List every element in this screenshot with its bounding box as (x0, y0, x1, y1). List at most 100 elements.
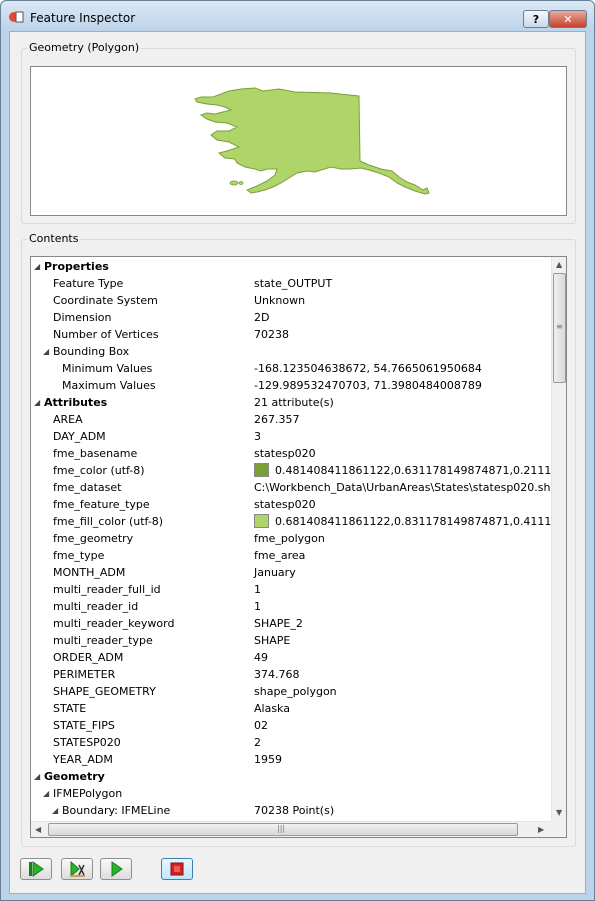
row-name: multi_reader_full_id (53, 583, 161, 596)
tree-row[interactable]: STATE Alaska (31, 700, 551, 717)
tree-node-bounding-box[interactable]: ◢ Bounding Box (31, 343, 551, 360)
alaska-polygon (194, 87, 430, 195)
tree-row[interactable]: PERIMETER 374.768 (31, 666, 551, 683)
row-name: YEAR_ADM (53, 753, 113, 766)
vertical-scroll-thumb[interactable]: ≡ (553, 273, 566, 383)
collapse-icon[interactable]: ◢ (52, 802, 58, 819)
scroll-right-icon[interactable]: ▶ (538, 825, 544, 834)
scroll-up-icon[interactable]: ▲ (556, 260, 562, 269)
island-shape (229, 180, 239, 186)
grip-icon: ≡ (556, 322, 563, 331)
tree-row[interactable]: YEAR_ADM 1959 (31, 751, 551, 768)
row-value: -129.989532470703, 71.3980484008789 (254, 379, 482, 392)
color-swatch (254, 514, 269, 528)
contents-tree[interactable]: ◢ Properties Feature Type state_OUTPUT C… (30, 256, 567, 838)
row-value: 2D (254, 311, 270, 324)
inspect-filter-button[interactable] (61, 858, 93, 880)
tree-row[interactable]: STATE_FIPS 02 (31, 717, 551, 734)
color-value-text: 0.681408411861122,0.831178149874871,0.41… (275, 515, 567, 528)
stop-button[interactable] (161, 858, 193, 880)
tree-node-geometry[interactable]: ◢ Geometry (31, 768, 551, 785)
row-value: 70238 Point(s) (254, 804, 335, 817)
row-name: AREA (53, 413, 83, 426)
node-label: Properties (44, 260, 109, 273)
row-name: Dimension (53, 311, 112, 324)
tree-row[interactable]: fme_geometry fme_polygon (31, 530, 551, 547)
attribute-count: 21 attribute(s) (254, 396, 334, 409)
contents-group-label: Contents (27, 232, 81, 245)
color-swatch (254, 463, 269, 477)
row-value: 1 (254, 583, 261, 596)
row-value: statesp020 (254, 447, 316, 460)
row-name: MONTH_ADM (53, 566, 126, 579)
title-bar[interactable]: Feature Inspector ? ✕ (1, 1, 594, 31)
step-next-button[interactable] (20, 858, 52, 880)
row-value: fme_area (254, 549, 306, 562)
row-name: DAY_ADM (53, 430, 106, 443)
row-name: fme_feature_type (53, 498, 150, 511)
row-value: SHAPE (254, 634, 291, 647)
row-value: Unknown (254, 294, 306, 307)
collapse-icon[interactable]: ◢ (43, 343, 49, 360)
row-value: statesp020 (254, 498, 316, 511)
tree-node-attributes[interactable]: ◢ Attributes 21 attribute(s) (31, 394, 551, 411)
tree-row[interactable]: fme_color (utf-8) 0.481408411861122,0.63… (31, 462, 566, 479)
tree-row[interactable]: Feature Type state_OUTPUT (31, 275, 551, 292)
collapse-icon[interactable]: ◢ (34, 258, 40, 275)
tree-row[interactable]: multi_reader_full_id 1 (31, 581, 551, 598)
tree-row[interactable]: multi_reader_type SHAPE (31, 632, 551, 649)
geometry-preview[interactable] (30, 66, 567, 216)
tree-row[interactable]: fme_type fme_area (31, 547, 551, 564)
help-button[interactable]: ? (523, 10, 549, 28)
tree-node-ifmepolygon[interactable]: ◢ IFMEPolygon (31, 785, 551, 802)
node-label: Attributes (44, 396, 108, 409)
color-value-text: 0.481408411861122,0.631178149874871,0.21… (275, 464, 567, 477)
tree-node-boundary[interactable]: ◢ Boundary: IFMELine 70238 Point(s) (31, 802, 551, 819)
play-button[interactable] (100, 858, 132, 880)
node-label: IFMEPolygon (53, 787, 123, 800)
row-value: January (254, 566, 296, 579)
tree-node-properties[interactable]: ◢ Properties (31, 258, 551, 275)
tree-row[interactable]: Maximum Values -129.989532470703, 71.398… (31, 377, 551, 394)
tree-row[interactable]: fme_dataset C:\Workbench_Data\UrbanAreas… (31, 479, 558, 496)
tree-row[interactable]: multi_reader_keyword SHAPE_2 (31, 615, 551, 632)
tree-row[interactable]: DAY_ADM 3 (31, 428, 551, 445)
tree-row[interactable]: fme_feature_type statesp020 (31, 496, 551, 513)
horizontal-scrollbar[interactable]: ◀ ||| ▶ (31, 821, 551, 837)
client-area: Geometry (Polygon) Contents ◢ Properties… (9, 31, 586, 894)
scroll-left-icon[interactable]: ◀ (35, 825, 41, 834)
row-value: 70238 (254, 328, 289, 341)
tree-row[interactable]: fme_basename statesp020 (31, 445, 551, 462)
tree-row[interactable]: AREA 267.357 (31, 411, 551, 428)
help-icon: ? (532, 12, 540, 26)
row-name: PERIMETER (53, 668, 116, 681)
row-name: multi_reader_id (53, 600, 139, 613)
tree-row[interactable]: multi_reader_id 1 (31, 598, 551, 615)
tree-row[interactable]: Number of Vertices 70238 (31, 326, 551, 343)
node-label: Geometry (44, 770, 105, 783)
collapse-icon[interactable]: ◢ (34, 768, 40, 785)
close-button[interactable]: ✕ (549, 10, 587, 28)
tree-row[interactable]: Coordinate System Unknown (31, 292, 551, 309)
scroll-corner (551, 821, 566, 837)
tree-row[interactable]: STATESP020 2 (31, 734, 551, 751)
tree-row[interactable]: Dimension 2D (31, 309, 551, 326)
row-value: 0.681408411861122,0.831178149874871,0.41… (254, 513, 567, 530)
tree-row[interactable]: SHAPE_GEOMETRY shape_polygon (31, 683, 551, 700)
scroll-down-icon[interactable]: ▼ (556, 808, 562, 817)
collapse-icon[interactable]: ◢ (43, 785, 49, 802)
horizontal-scroll-thumb[interactable]: ||| (48, 823, 518, 836)
vertical-scrollbar[interactable]: ▲ ≡ ▼ (551, 257, 566, 821)
tree-row[interactable]: Minimum Values -168.123504638672, 54.766… (31, 360, 551, 377)
collapse-icon[interactable]: ◢ (34, 394, 40, 411)
window-title: Feature Inspector (30, 11, 136, 25)
row-name: Minimum Values (62, 362, 153, 375)
tree-row[interactable]: MONTH_ADM January (31, 564, 551, 581)
row-value: 1 (254, 600, 261, 613)
row-value: 2 (254, 736, 261, 749)
tree-row[interactable]: ORDER_ADM 49 (31, 649, 551, 666)
tree-row[interactable]: fme_fill_color (utf-8) 0.681408411861122… (31, 513, 566, 530)
step-next-icon (29, 861, 44, 877)
app-icon (9, 11, 24, 23)
stop-icon (170, 862, 184, 876)
